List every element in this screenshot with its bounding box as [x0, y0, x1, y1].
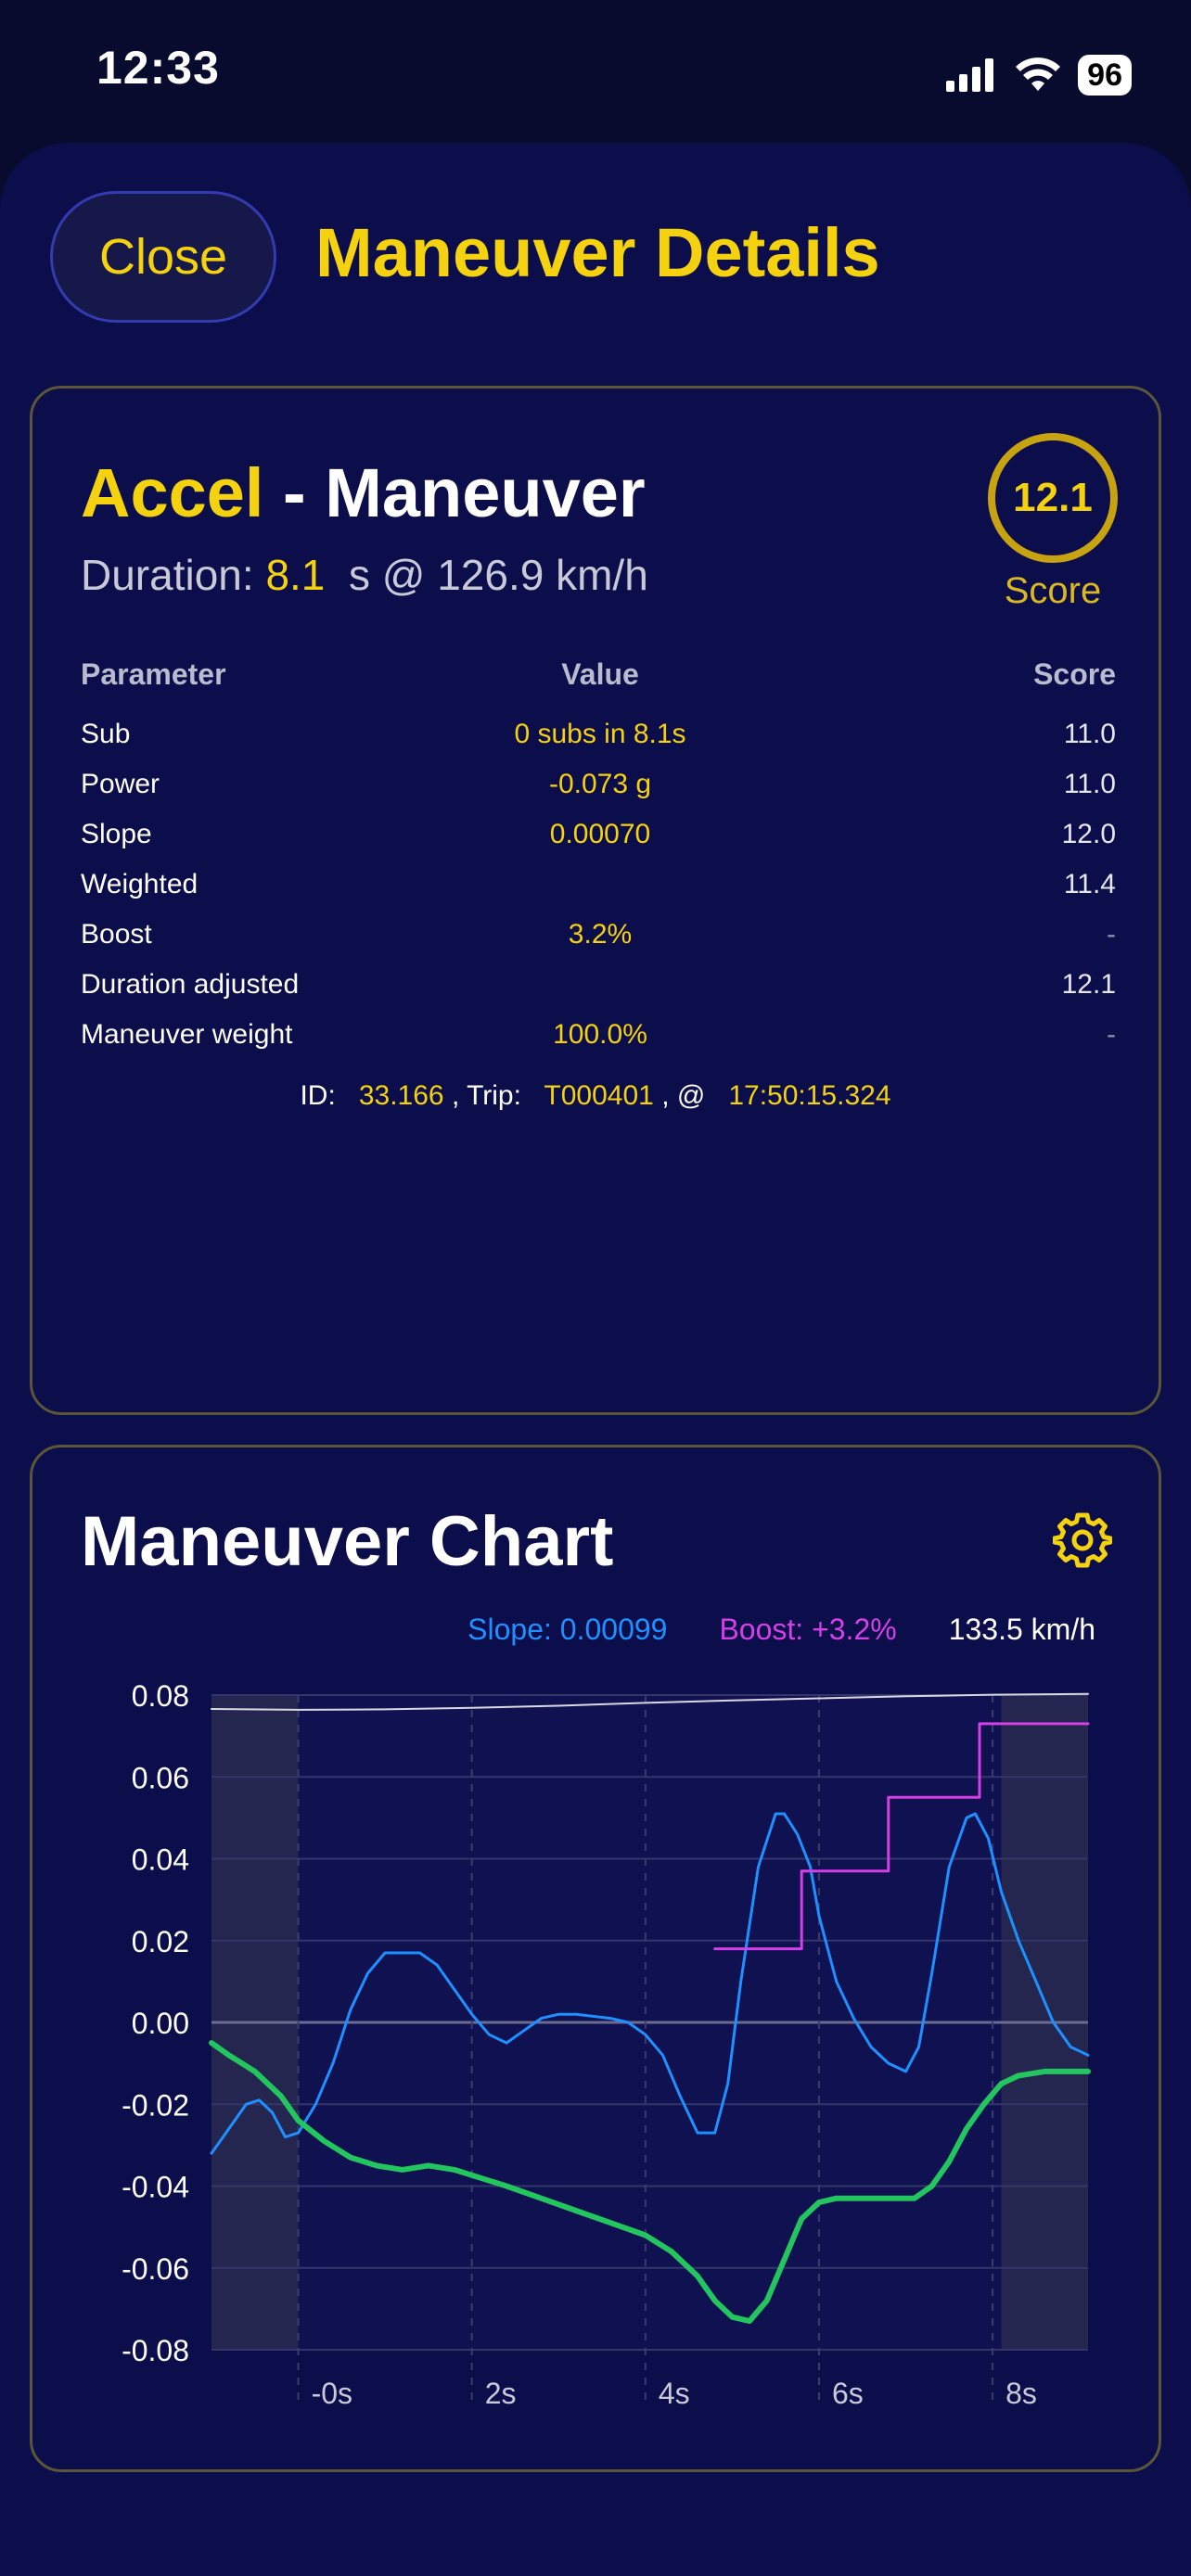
legend-speed: 133.5 km/h — [948, 1613, 1095, 1646]
y-tick-label: 0.02 — [132, 1925, 189, 1958]
maneuver-type: Accel — [81, 454, 264, 531]
table-row: Duration adjusted 12.1 — [81, 969, 1116, 1019]
legend-boost: Boost: +3.2% — [719, 1613, 897, 1646]
param-score: 12.0 — [1061, 819, 1116, 849]
parameter-table: Parameter Value Score Sub 0 subs in 8.1s… — [81, 657, 1116, 1069]
param-name: Power — [81, 769, 160, 799]
param-score: 12.1 — [1061, 969, 1116, 1000]
chart-title: Maneuver Chart — [81, 1502, 614, 1581]
maneuver-title-suffix: - Maneuver — [263, 454, 646, 531]
param-value: 3.2% — [568, 919, 633, 950]
param-name: Duration adjusted — [81, 969, 300, 1000]
battery-indicator: 96 — [1078, 55, 1132, 96]
duration-speed: s @ 126.9 km/h — [325, 551, 648, 599]
y-tick-label: 0.00 — [132, 2007, 189, 2040]
close-button[interactable]: Close — [50, 191, 276, 323]
duration-line: Duration: 8.1 s @ 126.9 km/h — [81, 550, 648, 600]
chart-legend: Slope: 0.00099 Boost: +3.2% 133.5 km/h — [467, 1613, 1095, 1647]
param-score: - — [1107, 1019, 1116, 1050]
y-tick-label: -0.02 — [122, 2088, 189, 2122]
table-header: Parameter Value Score — [81, 657, 1116, 719]
table-row: Sub 0 subs in 8.1s 11.0 — [81, 719, 1116, 769]
x-tick-label: 2s — [485, 2377, 517, 2410]
column-header-value: Value — [561, 657, 639, 691]
param-value: 0 subs in 8.1s — [514, 719, 686, 749]
duration-value: 8.1 — [265, 551, 326, 599]
maneuver-time: 17:50:15.324 — [728, 1080, 891, 1111]
gear-icon[interactable] — [1053, 1511, 1112, 1570]
param-value: 0.00070 — [549, 819, 651, 849]
score-ring: 12.1 — [988, 433, 1118, 563]
status-bar: 12:33 96 — [0, 0, 1191, 139]
table-row: Weighted 11.4 — [81, 869, 1116, 919]
param-score: 11.4 — [1063, 869, 1116, 899]
x-tick-label: 4s — [659, 2377, 690, 2410]
trip-id: T000401 — [544, 1080, 654, 1111]
param-score: 11.0 — [1063, 769, 1116, 799]
maneuver-line-chart: -0.08 -0.06 -0.04 -0.02 0.00 0.02 0.04 0.06 0.08… — [122, 1679, 1091, 2410]
table-row: Boost 3.2% - — [81, 919, 1116, 969]
at-label: , @ — [661, 1080, 706, 1111]
maneuver-id-line: ID: 33.166 , Trip: T000401 , @ 17:50:15.… — [32, 1080, 1159, 1112]
param-score: 11.0 — [1063, 719, 1116, 749]
score-value: 12.1 — [1013, 475, 1093, 520]
status-time: 12:33 — [96, 42, 220, 94]
param-name: Boost — [81, 919, 152, 950]
duration-label: Duration: — [81, 551, 266, 599]
maneuver-title: Accel - Maneuver — [81, 453, 646, 532]
column-header-parameter: Parameter — [81, 657, 226, 691]
y-tick-label: 0.06 — [132, 1761, 189, 1794]
table-row: Maneuver weight 100.0% - — [81, 1019, 1116, 1069]
column-header-score: Score — [1033, 657, 1116, 691]
trip-label: , Trip: — [451, 1080, 521, 1111]
x-tick-label: 6s — [832, 2377, 864, 2410]
y-tick-label: -0.08 — [122, 2334, 189, 2367]
param-name: Maneuver weight — [81, 1019, 293, 1050]
id-label: ID: — [300, 1080, 336, 1111]
y-tick-label: -0.04 — [122, 2171, 189, 2204]
param-name: Sub — [81, 719, 131, 749]
x-tick-label: 8s — [1005, 2377, 1037, 2410]
param-value: 100.0% — [553, 1019, 647, 1050]
y-tick-label: -0.06 — [122, 2252, 189, 2286]
param-value: -0.073 g — [548, 769, 652, 799]
legend-slope: Slope: 0.00099 — [467, 1613, 668, 1646]
wifi-icon — [1016, 57, 1061, 91]
page-title: Maneuver Details — [315, 214, 880, 291]
table-row: Slope 0.00070 12.0 — [81, 819, 1116, 869]
score-label: Score — [1004, 570, 1102, 611]
cellular-signal-icon — [946, 58, 994, 92]
maneuver-summary-card: Accel - Maneuver Duration: 8.1 s @ 126.9… — [30, 386, 1161, 1415]
y-tick-label: 0.04 — [132, 1843, 189, 1877]
param-score: - — [1107, 919, 1116, 950]
maneuver-id: 33.166 — [358, 1080, 444, 1111]
status-icons: 96 — [946, 52, 1132, 98]
y-tick-label: 0.08 — [132, 1679, 189, 1713]
param-name: Weighted — [81, 869, 198, 899]
x-tick-label: -0s — [312, 2377, 352, 2410]
table-row: Power -0.073 g 11.0 — [81, 769, 1116, 819]
param-name: Slope — [81, 819, 152, 849]
maneuver-chart-card: Maneuver Chart Slope: 0.00099 Boost: +3.… — [30, 1445, 1161, 2472]
